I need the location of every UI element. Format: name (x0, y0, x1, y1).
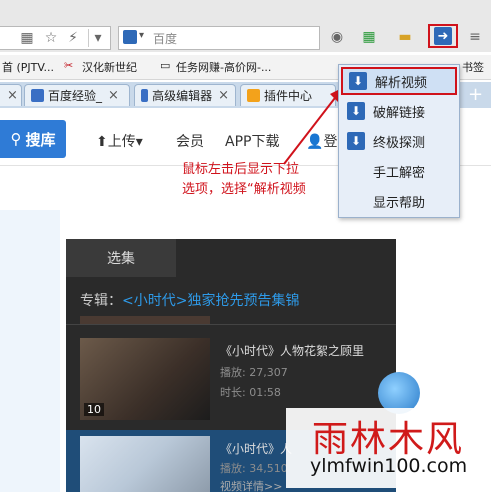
album-prefix: 专辑： (80, 293, 122, 309)
video-title[interactable]: 《小时代》人物花絮之顾里 (220, 342, 364, 359)
new-tab-icon[interactable]: + (468, 84, 483, 105)
chevron-down-icon: ▾ (135, 134, 143, 150)
tab-label: 百度经验_ (48, 89, 103, 103)
baidu-paw-icon (141, 89, 149, 102)
menu-item-label: 手工解密 (373, 165, 426, 181)
video-plays: 播放: 34,510 (220, 462, 288, 475)
menu-item-label: 终极探测 (373, 135, 426, 151)
video-duration: 时长: 01:58 (220, 386, 281, 399)
annotation-line: 鼠标左击后显示下拉 (182, 162, 300, 177)
side-panel (0, 210, 60, 492)
menu-item-ultimate-detect[interactable]: ⬇ 终极探测 (341, 127, 457, 155)
annotation-text: 鼠标左击后显示下拉 选项，选择“解析视频 (182, 160, 306, 200)
baidu-paw-icon (31, 89, 44, 102)
chevron-down-icon[interactable]: ▾ (88, 29, 107, 47)
search-button[interactable]: ⚲ 搜库 (0, 120, 66, 158)
close-icon[interactable]: × (7, 88, 18, 103)
extension-dropdown-menu: ⬇ 解析视频 ⬇ 破解链接 ⬇ 终极探测 手工解密 显示帮助 (338, 64, 460, 218)
bookmark-item[interactable]: 汉化新世纪 (82, 59, 137, 75)
app-download-link[interactable]: APP下载 (225, 131, 279, 151)
menu-item-parse-video[interactable]: ⬇ 解析视频 (341, 67, 457, 95)
menu-item-show-help[interactable]: 显示帮助 (341, 187, 457, 215)
episode-badge: 10 (84, 403, 104, 416)
search-button-label: 搜库 (25, 130, 56, 149)
upload-label: 上传 (107, 134, 136, 150)
bookmark-icon: ▭ (160, 59, 171, 72)
annotation-line: 选项，选择“解析视频 (182, 182, 306, 197)
arrow-right-icon: ➜ (434, 27, 452, 45)
address-bar[interactable]: ▦ ☆ ⚡ ▾ (0, 26, 111, 50)
qrcode-icon[interactable]: ▦ (18, 29, 36, 47)
bookmark-item[interactable]: 首 (PJTV... (2, 59, 54, 75)
baidu-paw-icon (123, 30, 137, 44)
bookmark-icon: ✂ (64, 59, 74, 72)
plugin-icon (247, 89, 260, 102)
member-link[interactable]: 会员 (176, 131, 204, 151)
menu-item-label: 破解链接 (373, 105, 426, 121)
lightning-icon[interactable]: ⚡ (64, 29, 82, 47)
video-thumbnail[interactable] (80, 436, 210, 492)
chevron-down-icon[interactable]: ▾ (139, 30, 144, 41)
star-icon[interactable]: ☆ (42, 29, 60, 47)
video-thumbnail[interactable]: 10 (80, 338, 210, 420)
menu-item-label: 解析视频 (375, 75, 428, 91)
tab-label: 高级编辑器 (152, 89, 213, 103)
bookmark-item[interactable]: 任务网赚-高价网-... (176, 59, 271, 75)
menu-item-crack-link[interactable]: ⬇ 破解链接 (341, 97, 457, 125)
download-icon: ⬇ (347, 132, 365, 150)
video-title[interactable]: 《小时代》人 (220, 440, 292, 457)
search-icon: ⚲ (10, 130, 22, 148)
menu-item-label: 显示帮助 (373, 195, 426, 211)
tab[interactable]: 百度经验_ × (24, 84, 130, 106)
thumbnail[interactable] (80, 316, 210, 324)
download-icon: ⬇ (347, 102, 365, 120)
tab-episodes[interactable]: 选集 (66, 239, 176, 277)
close-icon[interactable]: × (218, 88, 229, 103)
download-icon: ⬇ (349, 72, 367, 90)
video-parse-extension-button[interactable]: ➜ (428, 24, 458, 48)
tab[interactable]: 高级编辑器 × (134, 84, 236, 106)
bookmark-item[interactable]: 书签 (462, 59, 484, 75)
divider (66, 324, 396, 325)
menu-icon[interactable]: ≡ (466, 28, 484, 46)
upload-icon: ⬆ (96, 134, 108, 150)
upload-link[interactable]: ⬆上传▾ (96, 131, 143, 151)
search-box[interactable]: ▾ 百度 (118, 26, 320, 50)
album-link[interactable]: <小时代>独家抢先预告集锦 (122, 293, 299, 309)
album-title[interactable]: 专辑：<小时代>独家抢先预告集锦 (80, 290, 299, 310)
apps-grid-icon[interactable]: ▦ (360, 28, 378, 46)
close-icon[interactable]: × (108, 88, 119, 103)
menu-item-manual-decrypt[interactable]: 手工解密 (341, 157, 457, 185)
search-input[interactable]: 百度 (153, 30, 177, 47)
tab[interactable]: × (0, 84, 22, 106)
watermark-url: ylmfwin100.com (310, 455, 468, 477)
drawer-icon[interactable]: ▬ (396, 28, 414, 46)
video-plays: 播放: 27,307 (220, 366, 288, 379)
wifi-icon[interactable]: ◉ (328, 28, 346, 46)
